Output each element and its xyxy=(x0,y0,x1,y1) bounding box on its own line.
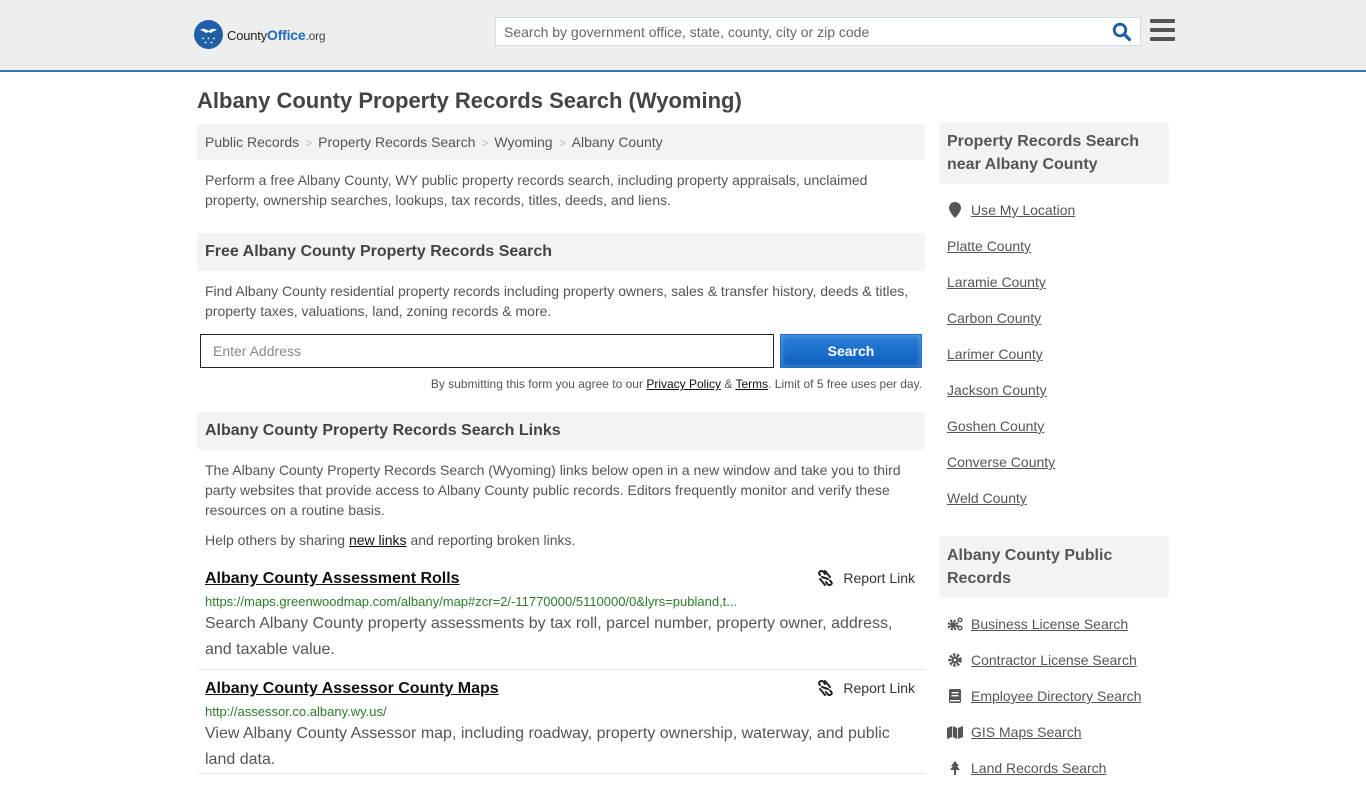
use-my-location-item[interactable]: Use My Location xyxy=(947,192,1161,228)
sidebar: Property Records Search near Albany Coun… xyxy=(939,122,1169,786)
result-title-link[interactable]: Albany County Assessment Rolls xyxy=(205,570,460,588)
nearby-county-link[interactable]: Larimer County xyxy=(947,346,1043,362)
book-icon xyxy=(947,688,963,704)
breadcrumb-separator: > xyxy=(558,136,566,150)
result-url: https://maps.greenwoodmap.com/albany/map… xyxy=(205,594,738,609)
public-record-item[interactable]: GIS Maps Search xyxy=(947,714,1161,750)
nearby-county-link[interactable]: Laramie County xyxy=(947,274,1046,290)
hamburger-menu-icon[interactable] xyxy=(1150,19,1175,42)
map-icon xyxy=(947,724,963,740)
breadcrumb-albany-county[interactable]: Albany County xyxy=(572,134,663,150)
breadcrumb-separator: > xyxy=(305,136,313,150)
site-search xyxy=(495,17,1141,46)
public-record-link[interactable]: Land Records Search xyxy=(971,760,1106,776)
breadcrumb-separator: > xyxy=(481,136,489,150)
result-description: View Albany County Assessor map, includi… xyxy=(205,725,890,768)
nearby-county-item[interactable]: Jackson County xyxy=(947,372,1161,408)
eagle-logo-icon xyxy=(194,20,223,49)
result-item: Albany County Assessment Rolls Report Li… xyxy=(197,570,925,670)
nearby-heading: Property Records Search near Albany Coun… xyxy=(939,122,1169,184)
site-logo[interactable]: CountyOffice.org xyxy=(194,20,326,49)
public-record-link[interactable]: Business License Search xyxy=(971,616,1128,632)
public-record-link[interactable]: Contractor License Search xyxy=(971,652,1137,668)
public-record-item[interactable]: Business License Search xyxy=(947,606,1161,642)
public-records-list: Business License Search Contractor Licen… xyxy=(939,598,1169,786)
nearby-county-item[interactable]: Weld County xyxy=(947,480,1161,516)
map-marker-icon xyxy=(947,202,963,218)
nearby-county-link[interactable]: Platte County xyxy=(947,238,1031,254)
tree-icon xyxy=(947,760,963,776)
public-record-item[interactable]: Employee Directory Search xyxy=(947,678,1161,714)
nearby-county-item[interactable]: Platte County xyxy=(947,228,1161,264)
breadcrumb: Public Records > Property Records Search > W… xyxy=(197,124,925,160)
main-content: Public Records > Property Records Search > W… xyxy=(197,124,925,774)
result-description: Search Albany County property assessment… xyxy=(205,615,893,658)
search-icon[interactable] xyxy=(1112,22,1132,42)
public-record-item[interactable]: Contractor License Search xyxy=(947,642,1161,678)
nearby-county-link[interactable]: Goshen County xyxy=(947,418,1044,434)
free-search-description: Find Albany County residential property … xyxy=(205,283,909,319)
result-url: http://assessor.co.albany.wy.us/ xyxy=(205,704,387,719)
help-text: Help others by sharing new links and rep… xyxy=(205,532,576,548)
public-record-item[interactable]: Land Records Search xyxy=(947,750,1161,786)
address-input[interactable] xyxy=(200,334,774,368)
broken-link-icon xyxy=(818,680,834,696)
nearby-county-link[interactable]: Jackson County xyxy=(947,382,1047,398)
breadcrumb-wyoming[interactable]: Wyoming xyxy=(494,134,552,150)
gear-icon xyxy=(947,652,963,668)
nearby-list: Use My Location Platte County Laramie Co… xyxy=(939,184,1169,516)
nearby-county-item[interactable]: Laramie County xyxy=(947,264,1161,300)
site-search-input[interactable] xyxy=(496,18,1096,45)
nearby-county-link[interactable]: Weld County xyxy=(947,490,1027,506)
page-title: Albany County Property Records Search (W… xyxy=(197,88,742,113)
intro-text: Perform a free Albany County, WY public … xyxy=(205,172,868,208)
links-description: The Albany County Property Records Searc… xyxy=(205,462,901,518)
result-item: Albany County Assessor County Maps Repor… xyxy=(197,680,925,774)
broken-link-icon xyxy=(818,570,834,586)
nearby-county-link[interactable]: Carbon County xyxy=(947,310,1041,326)
nearby-county-item[interactable]: Carbon County xyxy=(947,300,1161,336)
logo-text: CountyOffice.org xyxy=(227,26,326,43)
public-records-heading: Albany County Public Records xyxy=(939,536,1169,598)
address-search-form: Search xyxy=(197,334,925,384)
free-search-heading: Free Albany County Property Records Sear… xyxy=(197,233,925,271)
public-record-link[interactable]: GIS Maps Search xyxy=(971,724,1082,740)
result-title-link[interactable]: Albany County Assessor County Maps xyxy=(205,680,499,698)
new-links-link[interactable]: new links xyxy=(349,532,407,548)
top-header: CountyOffice.org xyxy=(0,0,1366,72)
breadcrumb-public-records[interactable]: Public Records xyxy=(205,134,299,150)
report-link-button[interactable]: Report Link xyxy=(817,680,915,696)
report-link-button[interactable]: Report Link xyxy=(817,570,915,586)
breadcrumb-property-records-search[interactable]: Property Records Search xyxy=(318,134,475,150)
nearby-county-link[interactable]: Converse County xyxy=(947,454,1055,470)
address-search-button[interactable]: Search xyxy=(780,334,922,368)
use-my-location-link[interactable]: Use My Location xyxy=(971,202,1075,218)
nearby-county-item[interactable]: Larimer County xyxy=(947,336,1161,372)
gears-icon xyxy=(947,616,963,632)
nearby-county-item[interactable]: Goshen County xyxy=(947,408,1161,444)
nearby-county-item[interactable]: Converse County xyxy=(947,444,1161,480)
links-section-heading: Albany County Property Records Search Li… xyxy=(197,412,925,450)
public-record-link[interactable]: Employee Directory Search xyxy=(971,688,1141,704)
